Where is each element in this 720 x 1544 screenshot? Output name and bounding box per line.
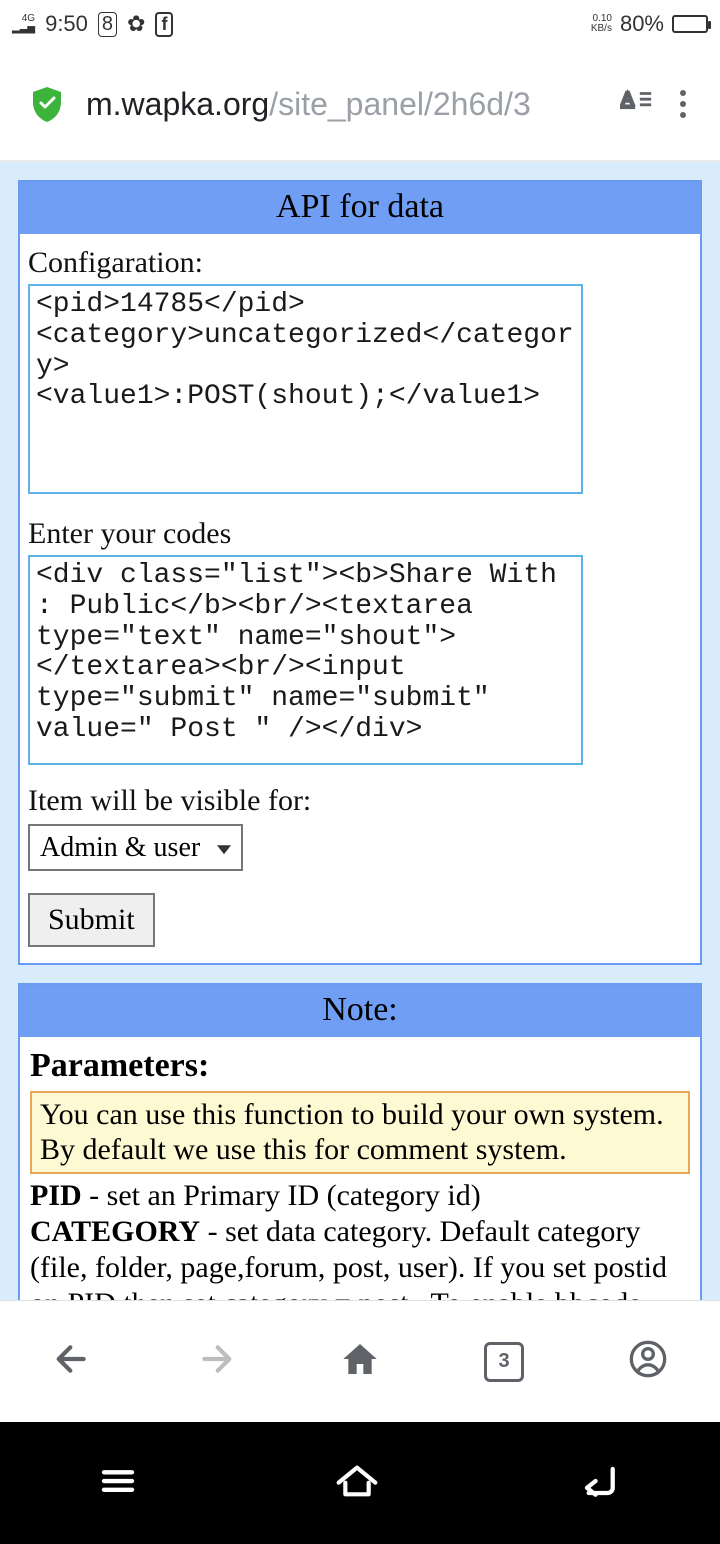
battery-icon [672,15,708,33]
battery-percent: 80% [620,11,664,37]
back-icon[interactable] [52,1339,92,1384]
parameters-heading: Parameters: [30,1047,690,1085]
system-home-icon[interactable] [332,1460,382,1507]
svg-text:A: A [621,87,634,108]
more-menu-icon[interactable] [676,86,690,122]
codes-input[interactable] [28,555,583,765]
configuration-label: Configaration: [28,246,692,280]
system-nav-bar [0,1422,720,1544]
profile-icon[interactable] [628,1339,668,1384]
home-icon[interactable] [340,1339,380,1384]
page-content: API for data Configaration: Enter your c… [0,162,720,1300]
facebook-icon: f [155,12,173,37]
status-time: 9:50 [45,11,88,37]
status-bar: 4G▂▃▅ 9:50 8 ✿ f 0.10 KB/s 80% [0,0,720,48]
tabs-icon[interactable]: 3 [484,1342,524,1382]
configuration-input[interactable] [28,284,583,494]
url-host: m.wapka.org [86,86,269,122]
url-path: /site_panel/2h6d/3 [269,86,531,122]
api-for-data-panel: API for data Configaration: Enter your c… [18,180,702,965]
parameters-text: PID - set an Primary ID (category id) CA… [30,1178,690,1300]
browser-bottom-nav: 3 [0,1300,720,1422]
visibility-label: Item will be visible for: [28,784,692,818]
data-speed: 0.10 KB/s [591,14,612,34]
signal-icon: 4G▂▃▅ [12,14,35,34]
codes-label: Enter your codes [28,517,692,551]
forward-icon[interactable] [196,1339,236,1384]
note-title: Note: [20,985,700,1037]
submit-button[interactable]: Submit [28,893,155,947]
note-panel: Note: Parameters: You can use this funct… [18,983,702,1300]
visibility-select[interactable]: Admin & user [28,824,243,871]
site-security-shield-icon[interactable] [30,85,64,123]
settings-gear-icon: ✿ [127,11,145,37]
url-display[interactable]: m.wapka.org/site_panel/2h6d/3 [86,86,598,123]
browser-address-bar: m.wapka.org/site_panel/2h6d/3 A [0,48,720,160]
info-box: You can use this function to build your … [30,1091,690,1174]
status-icon-app: 8 [98,12,117,37]
recents-icon[interactable] [97,1460,139,1507]
panel-title: API for data [20,182,700,234]
system-back-icon[interactable] [575,1460,623,1507]
translate-icon[interactable]: A [620,85,654,124]
